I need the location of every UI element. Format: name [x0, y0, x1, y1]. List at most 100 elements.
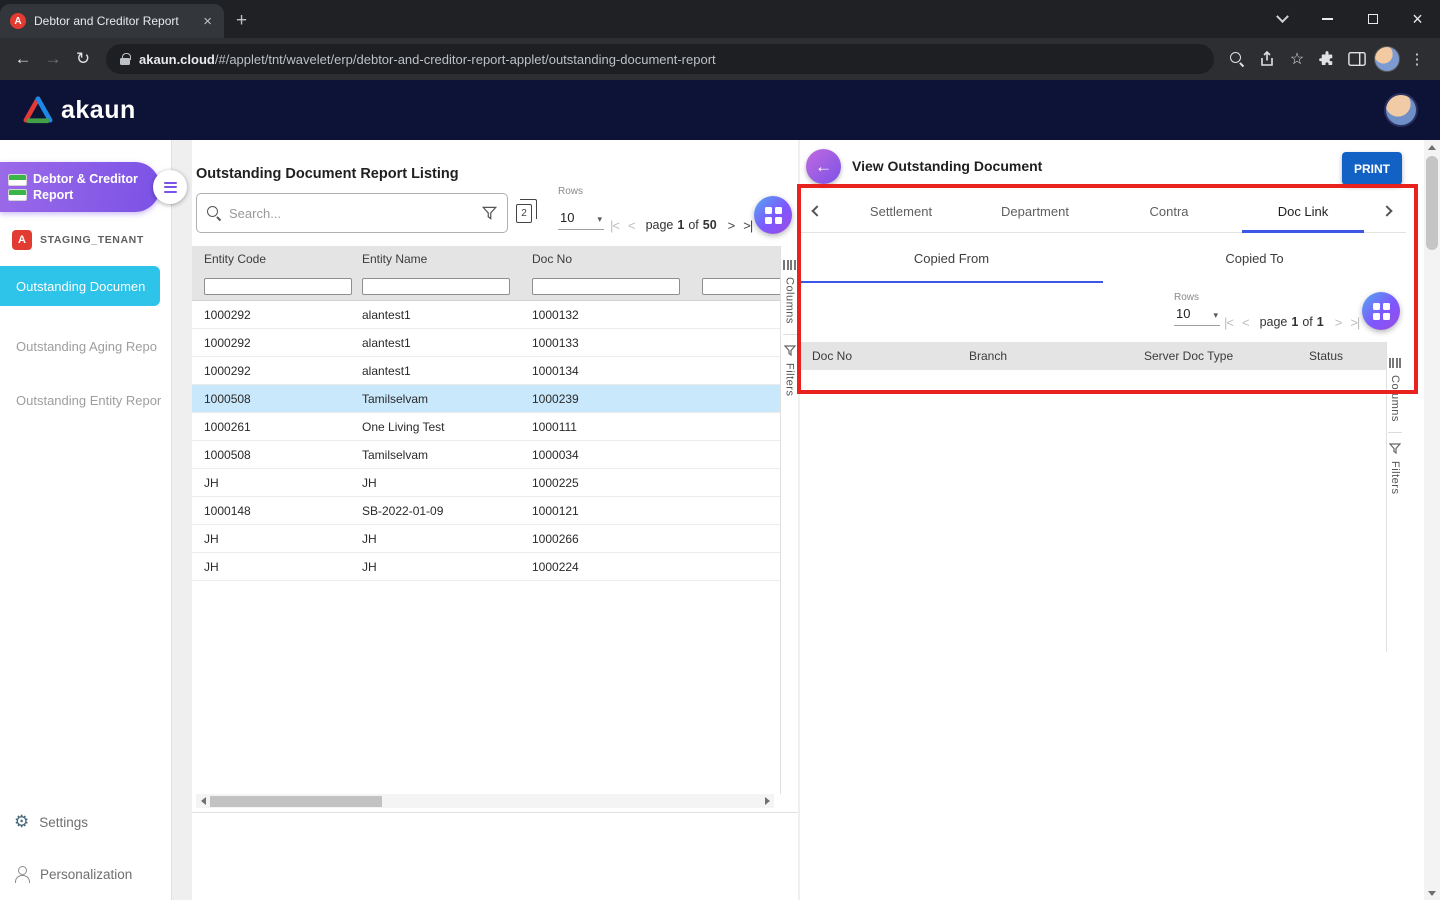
browser-tab[interactable]: A Debtor and Creditor Report × [0, 4, 224, 38]
share-icon[interactable] [1252, 44, 1282, 74]
hscroll-thumb[interactable] [210, 796, 382, 807]
browser-profile-avatar[interactable] [1372, 44, 1402, 74]
filter-entity-code-input[interactable] [204, 278, 352, 295]
search-icon [207, 206, 221, 220]
back-button[interactable]: ← [806, 149, 841, 184]
hscroll-track[interactable] [210, 794, 760, 808]
table-row[interactable]: JH JH 1000224 [192, 553, 780, 581]
next-page-icon[interactable]: > [728, 218, 735, 233]
back-icon[interactable]: ← [8, 44, 38, 74]
listing-side-strip: Columns Filters [780, 246, 798, 794]
filter-entity-name-input[interactable] [362, 278, 510, 295]
scroll-right-icon[interactable] [760, 794, 774, 808]
table-row[interactable]: 1000292 alantest1 1000133 [192, 329, 780, 357]
subtab-copied-to[interactable]: Copied To [1103, 233, 1406, 283]
side-panel-icon[interactable] [1342, 44, 1372, 74]
tab-doc-link[interactable]: Doc Link [1236, 190, 1370, 232]
chevron-down-icon: ▾ [1213, 310, 1218, 321]
last-page-icon[interactable]: >| [1350, 315, 1359, 330]
window-close-button[interactable]: × [1395, 0, 1440, 38]
filter-icon[interactable] [482, 206, 497, 220]
horizontal-scrollbar[interactable] [196, 794, 774, 808]
cell-entity-name: Tamilselvam [362, 448, 532, 462]
sidebar-collapse-button[interactable] [153, 170, 187, 204]
rows-per-page-select[interactable]: 10▾ [558, 210, 604, 230]
table-filter-row [192, 271, 780, 301]
vscroll-thumb[interactable] [1426, 156, 1438, 250]
tab-department[interactable]: Department [968, 190, 1102, 232]
listing-pagination: |< < page1of50 > >| [610, 216, 752, 234]
copy-icon[interactable]: 2 [516, 204, 532, 223]
applet-banner[interactable]: Debtor & Creditor Report [0, 162, 160, 212]
minimize-button[interactable] [1305, 0, 1350, 38]
table-row[interactable]: 1000508 Tamilselvam 1000239 [192, 385, 780, 413]
grid-view-button[interactable] [1362, 292, 1400, 330]
tab-settlement[interactable]: Settlement [834, 190, 968, 232]
first-page-icon[interactable]: |< [610, 218, 619, 233]
grid-icon [765, 207, 782, 224]
scroll-down-icon[interactable] [1424, 886, 1440, 900]
detail-pagination: |< < page1of1 > >| [1224, 314, 1359, 330]
scroll-up-icon[interactable] [1424, 140, 1440, 154]
page-vertical-scrollbar[interactable] [1424, 140, 1440, 900]
sidebar-item-outstanding-aging-report[interactable]: Outstanding Aging Repo [0, 326, 172, 366]
filters-strip-button[interactable]: Filters [1389, 443, 1401, 494]
previous-page-icon[interactable]: < [628, 218, 635, 233]
zoom-icon[interactable] [1222, 44, 1252, 74]
user-avatar[interactable] [1384, 93, 1418, 127]
filter-extra-input[interactable] [702, 278, 780, 295]
sidebar-item-outstanding-document[interactable]: Outstanding Documen [0, 266, 160, 306]
column-header-doc-no: Doc No [800, 349, 969, 363]
table-row[interactable]: 1000261 One Living Test 1000111 [192, 413, 780, 441]
table-row[interactable]: 1000508 Tamilselvam 1000034 [192, 441, 780, 469]
search-input[interactable] [229, 206, 474, 221]
cell-entity-code: JH [192, 476, 362, 490]
tenant-icon: A [12, 230, 32, 250]
table-row[interactable]: JH JH 1000266 [192, 525, 780, 553]
address-bar[interactable]: akaun.cloud/#/applet/tnt/wavelet/erp/deb… [106, 44, 1214, 74]
subtab-copied-from[interactable]: Copied From [800, 233, 1103, 283]
extensions-puzzle-icon[interactable] [1312, 44, 1342, 74]
columns-strip-button[interactable]: Columns [1389, 358, 1402, 422]
columns-icon [783, 260, 796, 270]
filters-strip-button[interactable]: Filters [784, 345, 796, 396]
scroll-left-icon[interactable] [196, 794, 210, 808]
cell-entity-name: alantest1 [362, 336, 532, 350]
table-row[interactable]: 1000292 alantest1 1000132 [192, 301, 780, 329]
person-icon [14, 866, 30, 882]
sidebar-item-outstanding-entity-report[interactable]: Outstanding Entity Repor [0, 380, 172, 420]
new-tab-button[interactable]: + [236, 11, 247, 30]
column-header-entity-name: Entity Name [362, 252, 532, 266]
divider [783, 334, 797, 335]
rows-per-page-select[interactable]: 10▾ [1174, 306, 1220, 326]
next-page-icon[interactable]: > [1335, 315, 1342, 330]
previous-page-icon[interactable]: < [1242, 315, 1249, 330]
bookmark-star-icon[interactable]: ☆ [1282, 44, 1312, 74]
last-page-icon[interactable]: >| [743, 218, 752, 233]
maximize-button[interactable] [1350, 0, 1395, 38]
browser-menu-icon[interactable]: ⋮ [1402, 44, 1432, 74]
cell-entity-code: JH [192, 560, 362, 574]
grid-view-button[interactable] [754, 196, 792, 234]
first-page-icon[interactable]: |< [1224, 315, 1233, 330]
personalization-button[interactable]: Personalization [14, 866, 132, 882]
tab-favicon-icon: A [10, 13, 26, 29]
cell-entity-name: alantest1 [362, 308, 532, 322]
settings-button[interactable]: ⚙ Settings [14, 812, 88, 832]
columns-strip-button[interactable]: Columns [783, 260, 796, 324]
page-url: akaun.cloud/#/applet/tnt/wavelet/erp/deb… [139, 52, 716, 67]
table-row[interactable]: JH JH 1000225 [192, 469, 780, 497]
tab-scroll-right-icon[interactable] [1370, 190, 1404, 232]
tab-search-chevron-icon[interactable] [1260, 0, 1305, 38]
sidebar: Debtor & Creditor Report A STAGING_TENAN… [0, 140, 172, 900]
tab-scroll-left-icon[interactable] [800, 190, 834, 232]
table-row[interactable]: 1000148 SB-2022-01-09 1000121 [192, 497, 780, 525]
print-button[interactable]: PRINT [1342, 152, 1402, 185]
reload-icon[interactable]: ↻ [68, 44, 98, 74]
forward-icon[interactable]: → [38, 44, 68, 74]
tab-contra[interactable]: Contra [1102, 190, 1236, 232]
table-row[interactable]: 1000292 alantest1 1000134 [192, 357, 780, 385]
gear-icon: ⚙ [14, 812, 29, 832]
filter-doc-no-input[interactable] [532, 278, 680, 295]
tab-close-icon[interactable]: × [201, 14, 214, 29]
